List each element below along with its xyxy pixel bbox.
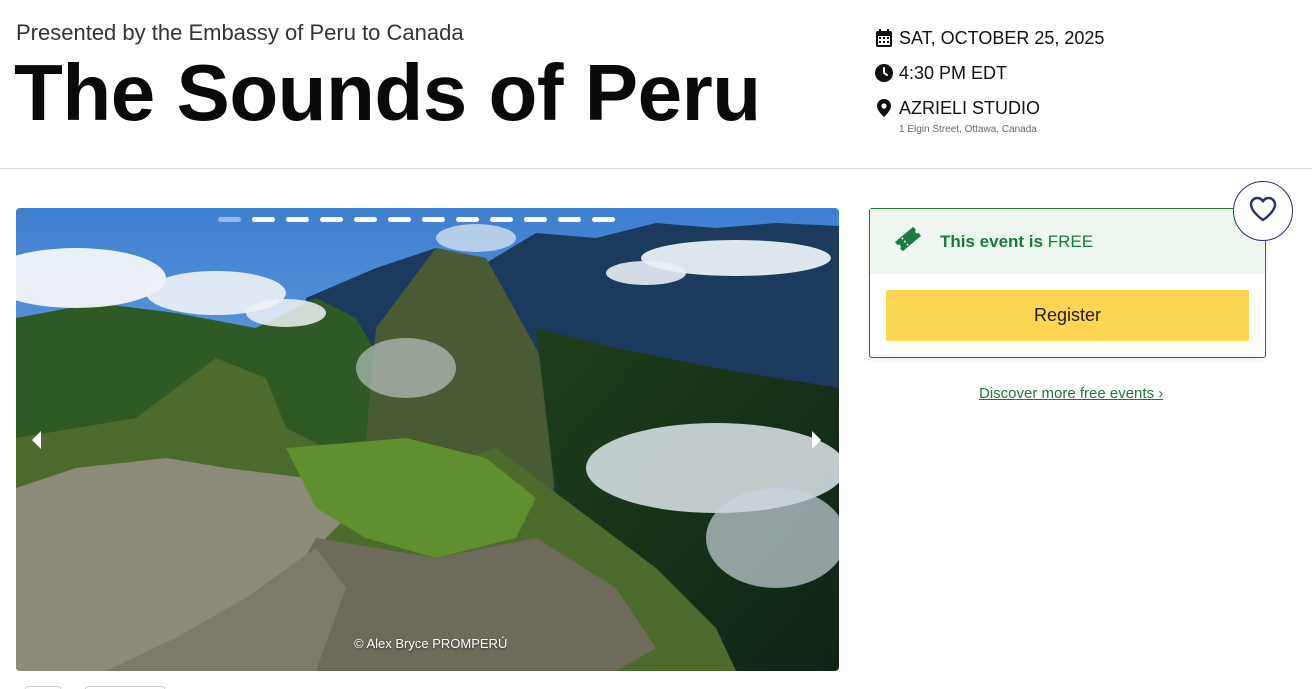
heart-icon — [1249, 196, 1277, 227]
ticket-icon — [892, 223, 924, 260]
map-pin-icon — [875, 99, 893, 117]
carousel-dot[interactable] — [286, 217, 309, 222]
event-venue-row: AZRIELI STUDIO — [875, 96, 1104, 120]
carousel-dot[interactable] — [354, 217, 377, 222]
carousel-dot[interactable] — [456, 217, 479, 222]
page-title: The Sounds of Peru — [14, 48, 761, 137]
carousel-dot[interactable] — [490, 217, 513, 222]
presenter-line: Presented by the Embassy of Peru to Cana… — [16, 20, 464, 45]
carousel-dot[interactable] — [218, 217, 241, 222]
chevron-left-icon[interactable] — [30, 430, 46, 450]
event-date-row: SAT, OCTOBER 25, 2025 — [875, 26, 1104, 50]
register-button[interactable]: Register — [886, 290, 1249, 341]
machu-picchu-photo — [16, 208, 839, 671]
free-event-label: This event is FREE — [940, 232, 1093, 252]
price-prefix: This event is — [940, 231, 1048, 251]
carousel-dot[interactable] — [524, 217, 547, 222]
carousel-dot[interactable] — [592, 217, 615, 222]
event-meta: SAT, OCTOBER 25, 2025 4:30 PM EDT AZRIEL… — [875, 26, 1104, 135]
event-time: 4:30 PM EDT — [899, 62, 1008, 83]
carousel-dot[interactable] — [388, 217, 411, 222]
price-value: FREE — [1047, 231, 1094, 251]
event-time-row: 4:30 PM EDT — [875, 61, 1104, 85]
image-carousel[interactable]: © Alex Bryce PROMPERÚ — [16, 208, 839, 671]
clock-icon — [875, 64, 893, 82]
calendar-icon — [875, 29, 893, 47]
event-address: 1 Elgin Street, Ottawa, Canada — [899, 124, 1037, 135]
event-header: Presented by the Embassy of Peru to Cana… — [0, 0, 1312, 169]
photo-credit: © Alex Bryce PROMPERÚ — [354, 636, 508, 651]
ticket-panel: This event is FREE Register — [869, 208, 1266, 358]
event-date: SAT, OCTOBER 25, 2025 — [899, 27, 1105, 48]
chevron-right-icon[interactable] — [809, 430, 825, 450]
event-venue[interactable]: AZRIELI STUDIO — [899, 98, 1040, 119]
discover-free-events-link[interactable]: Discover more free events › — [979, 385, 1163, 402]
carousel-dot[interactable] — [252, 217, 275, 222]
carousel-pagination — [218, 217, 615, 222]
carousel-dot[interactable] — [422, 217, 445, 222]
carousel-dot[interactable] — [320, 217, 343, 222]
favorite-button[interactable] — [1233, 181, 1293, 241]
carousel-dot[interactable] — [558, 217, 581, 222]
ticket-header: This event is FREE — [870, 209, 1265, 274]
